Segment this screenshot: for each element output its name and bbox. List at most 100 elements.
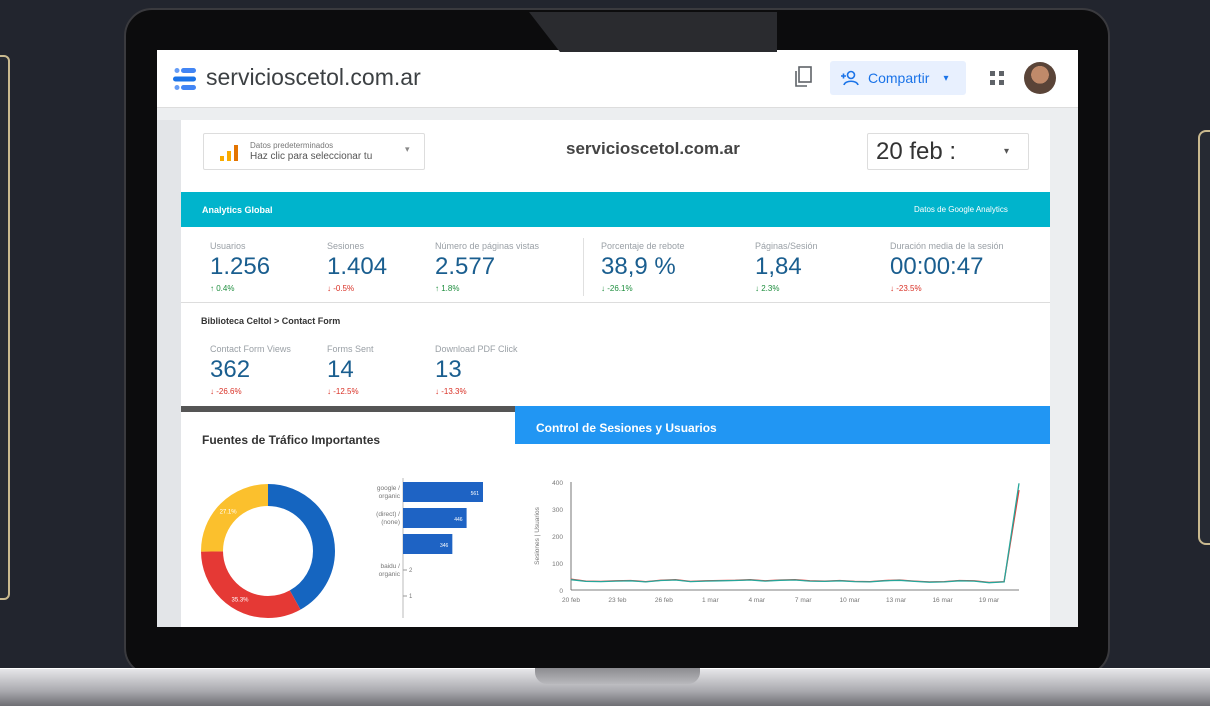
traffic-bar-chart: 561google /organic446(direct) /(none)346… [376, 478, 483, 618]
kpi-change: ↓ -23.5% [890, 284, 922, 293]
section-divider [181, 302, 1050, 303]
control-header-bar: Control de Sesiones y Usuarios [515, 406, 1050, 444]
bar-category-label: (none) [381, 519, 400, 526]
divider [583, 238, 584, 296]
kpi-value: 1.256 [210, 253, 271, 280]
kpi-change: ↑ 1.8% [435, 284, 460, 293]
kpi-label: Porcentaje de rebote [601, 241, 685, 251]
section-strip [181, 406, 515, 412]
y-axis-label: Sesiones | Usuarios [534, 506, 541, 564]
report-canvas: Datos predeterminados Haz clic para sele… [181, 120, 1050, 627]
x-tick-label: 1 mar [702, 597, 719, 604]
bar-value-label: 561 [471, 491, 480, 497]
kpi-change: ↓ 2.3% [755, 284, 780, 293]
kpi-value: 38,9 % [601, 253, 676, 280]
bar-chart-icon [220, 145, 238, 161]
kpi-change: ↓ -0.5% [327, 284, 355, 293]
bar-category-label: (direct) / [376, 511, 400, 518]
series-line [570, 483, 1020, 584]
x-tick-label: 23 feb [608, 597, 626, 604]
kpi-usuarios: Usuarios 1.256 ↑ 0.4% [210, 241, 270, 293]
bar-category-label: baidu / [380, 563, 400, 570]
kpi-sesiones: Sesiones 1.404 ↓ -0.5% [327, 241, 387, 293]
data-source-hint: Haz clic para seleccionar tu [250, 151, 373, 162]
date-range-selector[interactable]: 20 feb : ▾ [867, 133, 1029, 170]
report-title: servicioscetol.com.ar [566, 139, 740, 158]
kpi-contact-form-views: Contact Form Views 362 ↓ -26.6% [210, 344, 291, 396]
y-tick-label: 200 [552, 534, 563, 541]
kpi-paginas-vistas: Número de páginas vistas 2.577 ↑ 1.8% [435, 241, 539, 293]
kpi-change: ↓ -26.1% [601, 284, 633, 293]
biblioteca-section-title: Biblioteca Celtol > Contact Form [201, 316, 341, 326]
analytics-source-label: Datos de Google Analytics [914, 205, 1008, 214]
kpi-paginas-sesion: Páginas/Sesión 1,84 ↓ 2.3% [755, 241, 818, 293]
kpi-value: 362 [210, 356, 251, 383]
canvas-margin [157, 120, 181, 627]
bar-category-label: google / [377, 485, 400, 492]
traffic-donut-chart: 35.3% 27.1% [201, 484, 335, 618]
kpi-value: 14 [327, 356, 354, 383]
analytics-header-bar: Analytics Global Datos de Google Analyti… [181, 192, 1050, 227]
date-range-value: 20 feb : [876, 138, 957, 165]
bar-value-label: 346 [440, 543, 449, 549]
data-studio-logo-icon [173, 68, 196, 90]
x-tick-label: 20 feb [562, 597, 580, 604]
kpi-label: Número de páginas vistas [435, 241, 540, 251]
y-tick-label: 400 [552, 480, 563, 487]
kpi-value: 1,84 [755, 253, 802, 280]
x-tick-label: 16 mar [932, 597, 953, 604]
kpi-value: 1.404 [327, 253, 388, 280]
traffic-section-title: Fuentes de Tráfico Importantes [202, 433, 381, 447]
kpi-label: Duración media de la sesión [890, 241, 1004, 251]
series-line [570, 489, 1020, 584]
x-tick-label: 19 mar [979, 597, 1000, 604]
kpi-change: ↓ -26.6% [210, 387, 242, 396]
screen: servicioscetol.com.ar Compartir ▾ Datos … [157, 50, 1078, 627]
kpi-change: ↑ 0.4% [210, 284, 235, 293]
copy-icon[interactable] [794, 66, 812, 88]
laptop-notch [535, 668, 700, 684]
data-source-caption: Datos predeterminados [250, 141, 334, 150]
sessions-line-chart: 0 100 200 300 400 Sesiones | Usuarios 20 feb 23… [534, 480, 1020, 604]
kpi-label: Usuarios [210, 241, 246, 251]
y-tick-label: 100 [552, 561, 563, 568]
add-person-icon [841, 70, 859, 86]
donut-slice-label: 27.1% [220, 510, 238, 516]
x-tick-label: 4 mar [748, 597, 765, 604]
chevron-down-icon: ▾ [1004, 146, 1010, 157]
kpi-value: 00:00:47 [890, 253, 984, 280]
x-tick-label: 7 mar [795, 597, 812, 604]
kpi-value: 13 [435, 356, 462, 383]
donut-slice-label: 35.3% [231, 597, 249, 603]
data-source-selector[interactable]: Datos predeterminados Haz clic para sele… [203, 133, 425, 170]
share-label: Compartir [868, 70, 930, 86]
share-button[interactable]: Compartir ▾ [830, 61, 966, 95]
chevron-down-icon: ▾ [405, 144, 410, 154]
right-phone-frame [1198, 130, 1210, 545]
kpi-forms-sent: Forms Sent 14 ↓ -12.5% [327, 344, 374, 396]
bar-value-label: 1 [409, 594, 413, 600]
bar-category-label: organic [379, 571, 401, 578]
kpi-value: 2.577 [435, 253, 496, 280]
kpi-label: Contact Form Views [210, 344, 291, 354]
kpi-label: Sesiones [327, 241, 365, 251]
x-tick-label: 13 mar [886, 597, 907, 604]
top-bar: servicioscetol.com.ar Compartir ▾ [157, 50, 1078, 108]
y-tick-label: 0 [559, 588, 563, 595]
left-phone-frame [0, 55, 10, 600]
kpi-label: Páginas/Sesión [755, 241, 818, 251]
kpi-change: ↓ -13.3% [435, 387, 467, 396]
bar-category-label: organic [379, 493, 401, 500]
chevron-down-icon: ▾ [943, 72, 949, 84]
kpi-label: Forms Sent [327, 344, 374, 354]
kpi-change: ↓ -12.5% [327, 387, 359, 396]
kpi-label: Download PDF Click [435, 344, 518, 354]
avatar[interactable] [1024, 62, 1056, 94]
apps-grid-icon[interactable] [989, 70, 1005, 86]
bar-value-label: 2 [409, 568, 413, 574]
app-title: servicioscetol.com.ar [206, 64, 421, 90]
kpi-duracion: Duración media de la sesión 00:00:47 ↓ -… [890, 241, 1004, 293]
x-tick-label: 10 mar [840, 597, 861, 604]
kpi-download-pdf: Download PDF Click 13 ↓ -13.3% [435, 344, 518, 396]
y-tick-label: 300 [552, 507, 563, 514]
